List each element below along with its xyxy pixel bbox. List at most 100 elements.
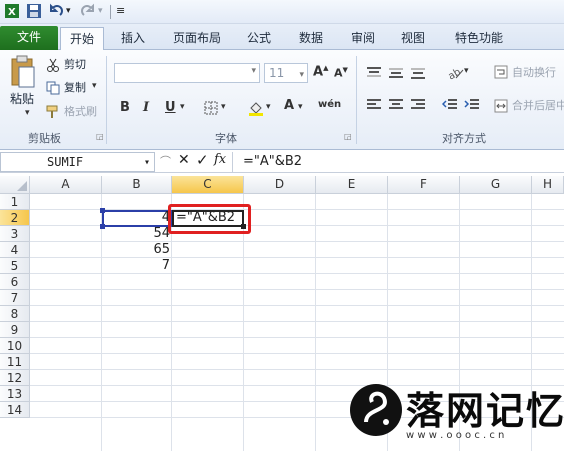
row-header-9[interactable]: 9: [0, 322, 30, 338]
clipboard-launcher-icon[interactable]: ◲: [96, 132, 104, 141]
tab-formulas[interactable]: 公式: [238, 27, 280, 50]
font-launcher-icon[interactable]: ◲: [344, 132, 352, 141]
alignment-group-label: 对齐方式: [442, 132, 486, 145]
wrap-text-icon[interactable]: [494, 65, 508, 82]
row-header-10[interactable]: 10: [0, 338, 30, 354]
align-center-icon[interactable]: [388, 98, 404, 115]
excel-logo-icon: X: [4, 3, 20, 19]
font-name-dropdown-icon[interactable]: ▾: [251, 66, 256, 76]
redo-icon[interactable]: [80, 3, 96, 19]
svg-text:X: X: [8, 7, 16, 18]
formula-text: ="A"&B2: [243, 154, 303, 169]
formula-bar-handle-icon[interactable]: ⌒: [160, 153, 171, 169]
tab-insert[interactable]: 插入: [112, 27, 154, 50]
name-box-dropdown-icon[interactable]: ▾: [144, 154, 150, 172]
cancel-icon[interactable]: ✕: [178, 152, 190, 168]
align-middle-icon[interactable]: [388, 66, 404, 83]
cell-b4[interactable]: 65: [104, 242, 170, 258]
row-header-14[interactable]: 14: [0, 402, 30, 418]
italic-icon[interactable]: I: [143, 100, 149, 115]
select-all-corner[interactable]: [0, 176, 30, 194]
row-header-2[interactable]: 2: [0, 210, 30, 226]
cut-button[interactable]: 剪切: [64, 57, 86, 73]
clipboard-group-label: 剪贴板: [28, 132, 61, 145]
paste-icon[interactable]: [10, 55, 36, 92]
redo-dropdown-icon[interactable]: ▾: [98, 3, 114, 19]
format-painter-button[interactable]: 格式刷: [64, 104, 97, 120]
row-header-8[interactable]: 8: [0, 306, 30, 322]
column-header-c[interactable]: C: [172, 176, 244, 194]
merge-center-icon[interactable]: [494, 99, 508, 116]
copy-button[interactable]: 复制: [64, 80, 86, 96]
ribbon: 粘贴 ▾ 剪切 复制 ▾ 格式刷 剪贴板 ◲ ▾ 11 ▾ A▲ A▼ B I …: [0, 50, 564, 150]
gridline: [30, 305, 564, 306]
wrap-text-button[interactable]: 自动换行: [512, 65, 564, 81]
row-header-6[interactable]: 6: [0, 274, 30, 290]
undo-icon[interactable]: [48, 3, 64, 19]
font-color-dropdown-icon[interactable]: ▾: [298, 102, 303, 112]
paste-dropdown-icon[interactable]: ▾: [25, 108, 30, 118]
column-header-a[interactable]: A: [30, 176, 102, 194]
excel-window: X ▾ ▾ ≡ 文件 开始 插入 页面布局 公式 数据 审阅 视图 特色功能 粘…: [0, 0, 564, 451]
enter-icon[interactable]: ✓: [196, 151, 209, 169]
underline-icon[interactable]: U: [165, 100, 176, 115]
name-box[interactable]: SUMIF ▾: [0, 152, 155, 172]
decrease-indent-icon[interactable]: [441, 98, 458, 115]
cell-b2[interactable]: 4: [104, 210, 170, 226]
row-header-3[interactable]: 3: [0, 226, 30, 242]
row-header-1[interactable]: 1: [0, 194, 30, 210]
borders-dropdown-icon[interactable]: ▾: [221, 102, 226, 112]
tab-file[interactable]: 文件: [0, 26, 58, 50]
phonetic-guide-icon[interactable]: wén: [318, 99, 341, 110]
paste-button[interactable]: 粘贴: [10, 91, 34, 107]
cell-b3[interactable]: 54: [104, 226, 170, 242]
highlight-box: [168, 204, 251, 234]
row-header-4[interactable]: 4: [0, 242, 30, 258]
name-box-value: SUMIF: [47, 155, 84, 169]
column-header-d[interactable]: D: [244, 176, 316, 194]
watermark: 落网记忆 w w w . o o o c . c n: [340, 372, 564, 451]
increase-indent-icon[interactable]: [464, 98, 480, 115]
tab-special-features[interactable]: 特色功能: [444, 27, 514, 50]
tab-view[interactable]: 视图: [392, 27, 434, 50]
save-icon[interactable]: [26, 3, 42, 19]
font-size-dropdown-icon[interactable]: ▾: [299, 66, 304, 84]
merge-center-button[interactable]: 合并后居中: [512, 98, 564, 114]
borders-icon[interactable]: [204, 101, 218, 118]
align-bottom-icon[interactable]: [410, 66, 426, 83]
column-header-b[interactable]: B: [102, 176, 172, 194]
formula-bar: SUMIF ▾ ⌒ ✕ ✓ fx ="A"&B2: [0, 151, 564, 173]
tab-review[interactable]: 审阅: [342, 27, 384, 50]
column-header-h[interactable]: H: [532, 176, 564, 194]
cell-b5[interactable]: 7: [104, 258, 170, 274]
row-header-13[interactable]: 13: [0, 386, 30, 402]
copy-dropdown-icon[interactable]: ▾: [92, 81, 97, 91]
row-header-7[interactable]: 7: [0, 290, 30, 306]
shrink-font-icon[interactable]: A▼: [334, 66, 348, 80]
column-header-f[interactable]: F: [388, 176, 460, 194]
formula-input[interactable]: ="A"&B2: [232, 152, 564, 172]
underline-dropdown-icon[interactable]: ▾: [180, 102, 185, 112]
row-header-5[interactable]: 5: [0, 258, 30, 274]
grow-font-icon[interactable]: A▲: [313, 64, 328, 79]
align-left-icon[interactable]: [366, 98, 382, 115]
tab-page-layout[interactable]: 页面布局: [164, 27, 230, 50]
fill-color-dropdown-icon[interactable]: ▾: [266, 102, 271, 112]
text-orientation-icon[interactable]: ab: [446, 64, 464, 83]
font-color-icon[interactable]: A: [284, 98, 294, 113]
tab-data[interactable]: 数据: [290, 27, 332, 50]
orientation-dropdown-icon[interactable]: ▾: [464, 66, 469, 76]
insert-function-icon[interactable]: fx: [214, 152, 226, 167]
column-header-e[interactable]: E: [316, 176, 388, 194]
font-size-combo[interactable]: 11 ▾: [264, 63, 308, 83]
customize-qat-icon[interactable]: ≡: [116, 3, 132, 19]
align-right-icon[interactable]: [410, 98, 426, 115]
align-top-icon[interactable]: [366, 66, 382, 83]
fill-color-icon[interactable]: [248, 100, 264, 119]
row-header-11[interactable]: 11: [0, 354, 30, 370]
font-name-combo[interactable]: ▾: [114, 63, 260, 83]
bold-icon[interactable]: B: [120, 100, 130, 115]
row-header-12[interactable]: 12: [0, 370, 30, 386]
tab-home[interactable]: 开始: [60, 27, 104, 50]
column-header-g[interactable]: G: [460, 176, 532, 194]
